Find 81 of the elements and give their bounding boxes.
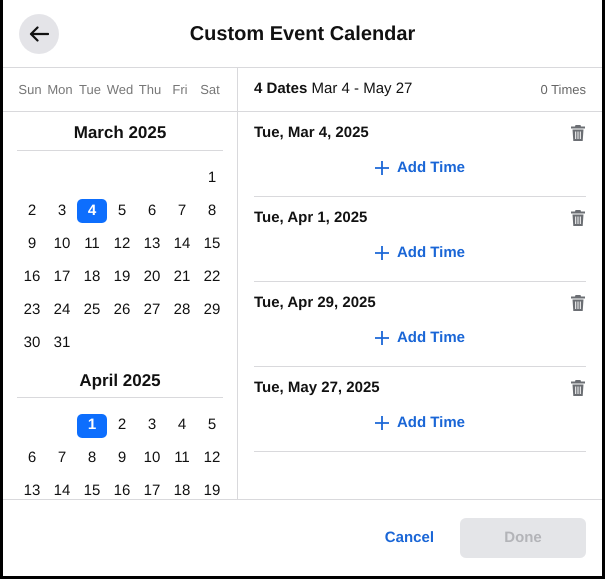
back-arrow-icon [29,26,49,42]
times-count: 0 Times [540,80,586,99]
calendar-day[interactable]: 19 [107,265,137,289]
calendar-day[interactable]: 30 [17,331,47,355]
calendar-day[interactable]: 4 [77,199,107,223]
date-label: Tue, Apr 29, 2025 [254,293,376,313]
calendar-day[interactable]: 9 [17,232,47,256]
cancel-button[interactable]: Cancel [382,526,436,550]
weekday-label: Sun [17,80,43,99]
calendar-day[interactable]: 20 [137,265,167,289]
calendar-day[interactable]: 16 [107,480,137,499]
calendar-day[interactable]: 3 [137,414,167,438]
month-title: March 2025 [74,122,166,144]
calendar-day[interactable]: 1 [77,414,107,438]
weekday-label: Thu [138,80,162,99]
calendar-day[interactable]: 29 [197,298,227,322]
add-time-button[interactable]: Add Time [374,326,466,349]
add-time-button[interactable]: Add Time [374,242,466,264]
calendar-day[interactable]: 8 [77,446,107,470]
calendar-day[interactable]: 13 [17,480,47,499]
calendar-day[interactable]: 31 [47,331,77,355]
plus-icon [374,246,389,260]
calendar-day[interactable]: 28 [167,298,197,322]
calendar-day[interactable]: 7 [47,446,77,470]
calendar-day[interactable]: 22 [197,265,227,289]
weekday-label: Mon [46,80,74,99]
weekday-label: Fri [171,80,189,99]
plus-icon [374,330,389,345]
calendar-day[interactable]: 2 [107,414,137,438]
date-label: Tue, Mar 4, 2025 [254,123,369,143]
calendar-day[interactable]: 12 [107,232,137,256]
calendar-day[interactable]: 19 [197,480,227,499]
calendar-day[interactable]: 27 [137,298,167,322]
calendar-day[interactable]: 17 [137,480,167,499]
calendar-day[interactable]: 1 [197,166,227,190]
calendar-day[interactable]: 23 [17,298,47,322]
calendar-day[interactable]: 9 [107,446,137,470]
calendar-day[interactable]: 25 [77,298,107,322]
calendar-day[interactable]: 7 [167,199,197,223]
calendar-day[interactable]: 18 [77,265,107,289]
calendar-day[interactable]: 10 [47,232,77,256]
calendar-day[interactable]: 12 [197,446,227,470]
date-label: Tue, May 27, 2025 [254,378,380,398]
plus-icon [374,416,389,430]
calendar-day[interactable]: 16 [17,265,47,289]
calendar-day[interactable]: 8 [197,199,227,223]
calendar-day[interactable]: 14 [47,480,77,499]
add-time-button[interactable]: Add Time [374,412,466,434]
calendar-day[interactable]: 3 [47,199,77,223]
weekday-label: Sat [199,80,221,99]
calendar-day[interactable]: 11 [77,232,107,256]
trash-icon[interactable] [570,379,586,398]
trash-icon[interactable] [570,124,586,142]
dates-summary: 4 Dates Mar 4 - May 27 [254,79,412,100]
window-title: Custom Event Calendar [190,22,416,46]
calendar-day[interactable]: 5 [197,414,227,438]
back-button[interactable] [19,14,59,54]
calendar-day[interactable]: 15 [77,480,107,499]
calendar-day[interactable]: 2 [17,199,47,223]
calendar-day[interactable]: 13 [137,232,167,256]
calendar-day[interactable]: 6 [17,446,47,470]
weekday-label: Wed [106,80,134,99]
calendar-day[interactable]: 21 [167,265,197,289]
calendar-day[interactable]: 17 [47,265,77,289]
calendar-day[interactable]: 14 [167,232,197,256]
calendar-day[interactable]: 4 [167,414,197,438]
calendar-day[interactable]: 5 [107,199,137,223]
calendar-day[interactable]: 24 [47,298,77,322]
add-time-button[interactable]: Add Time [374,156,466,179]
calendar-day[interactable]: 26 [107,298,137,322]
date-label: Tue, Apr 1, 2025 [254,208,368,228]
trash-icon[interactable] [570,209,586,228]
trash-icon[interactable] [570,294,586,312]
month-title: April 2025 [79,370,161,392]
calendar-day[interactable]: 10 [137,446,167,470]
calendar-day[interactable]: 11 [167,446,197,470]
calendar-day[interactable]: 15 [197,232,227,256]
plus-icon [374,160,389,175]
weekday-label: Tue [78,80,102,99]
calendar-day[interactable]: 6 [137,199,167,223]
calendar-day[interactable]: 18 [167,480,197,499]
